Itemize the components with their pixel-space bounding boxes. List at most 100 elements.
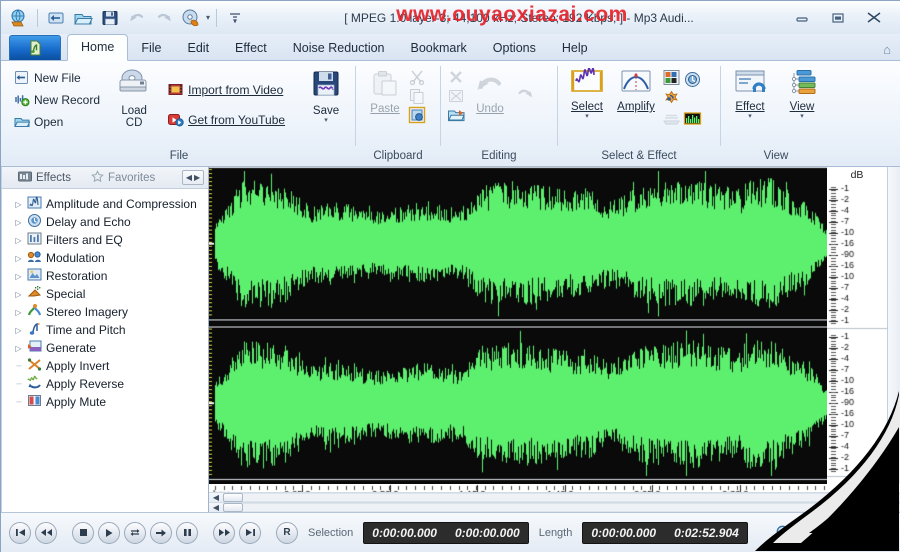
view-dropdown-icon[interactable]: ▾ (800, 113, 804, 120)
view-button[interactable]: View ▾ (779, 65, 825, 123)
horizontal-scrollbar-2[interactable]: ◀ (209, 502, 900, 512)
new-record-button[interactable]: New Record (9, 89, 106, 110)
tab-help[interactable]: Help (549, 36, 601, 61)
save-button[interactable]: Save ▾ (303, 65, 349, 127)
scroll-thumb[interactable] (223, 493, 243, 502)
open-icon[interactable] (71, 6, 95, 30)
tree-item-generate[interactable]: ▷ Generate (6, 339, 208, 357)
paste-button[interactable]: Paste (362, 65, 408, 118)
waveform-display[interactable] (209, 167, 827, 484)
loop-button[interactable] (124, 521, 146, 544)
panel-tab-favorites[interactable]: Favorites (85, 167, 169, 188)
app-options-icon[interactable] (7, 6, 31, 30)
tree-item-time-and-pitch[interactable]: ▷ Time and Pitch (6, 321, 208, 339)
fade-icon[interactable] (662, 108, 681, 127)
panel-tab-effects[interactable]: Effects (12, 167, 85, 188)
burn-cd-icon[interactable] (179, 6, 203, 30)
expand-arrow-icon[interactable]: ▷ (14, 326, 23, 335)
record-button[interactable]: R (276, 521, 298, 544)
tree-item-amplitude-and-compression[interactable]: ▷ Amplitude and Compression (6, 195, 208, 213)
zoom-out-icon[interactable] (798, 523, 818, 543)
horizontal-scrollbar-1[interactable]: ◀ (209, 492, 900, 502)
tree-item-filters-and-eq[interactable]: ▷ Filters and EQ (6, 231, 208, 249)
tree-item-special[interactable]: ▷ Special (6, 285, 208, 303)
scroll-left-icon[interactable]: ◀ (209, 493, 223, 502)
panel-nav-prev-icon[interactable]: ◀ (186, 173, 192, 182)
length-time-box[interactable]: 0:00:00.000 0:02:52.904 (582, 521, 748, 544)
pause-button[interactable] (176, 521, 198, 544)
tab-home[interactable]: Home (67, 34, 129, 61)
play-button[interactable] (98, 521, 120, 544)
modulation-icon[interactable] (662, 88, 681, 107)
delete-icon[interactable] (447, 68, 465, 86)
fast-forward-button[interactable] (213, 521, 235, 544)
tree-item-apply-reverse[interactable]: ┈ Apply Reverse (6, 375, 208, 393)
tab-noise-reduction[interactable]: Noise Reduction (280, 36, 398, 61)
spectrum-icon[interactable] (683, 109, 702, 128)
stop-button[interactable] (72, 521, 94, 544)
burn-cd-dropdown-icon[interactable]: ▾ (206, 13, 210, 22)
expand-arrow-icon[interactable]: ▷ (14, 290, 23, 299)
scroll-track[interactable] (243, 493, 900, 502)
minimize-button[interactable] (791, 9, 813, 27)
import-icon[interactable] (44, 6, 68, 30)
go-end-button[interactable] (239, 521, 261, 544)
expand-arrow-icon[interactable]: ▷ (14, 236, 23, 245)
select-dropdown-icon[interactable]: ▾ (585, 113, 589, 120)
scroll-thumb-2[interactable] (223, 503, 243, 512)
close-button[interactable] (863, 9, 885, 27)
panel-tab-nav[interactable]: ◀ ▶ (182, 170, 204, 185)
redo-big-icon[interactable] (515, 83, 535, 103)
effect-dropdown-icon[interactable]: ▾ (748, 113, 752, 120)
undo-button[interactable]: Undo (467, 65, 513, 118)
trim-icon[interactable] (447, 87, 465, 105)
select-button[interactable]: Select ▾ (564, 65, 610, 123)
tab-effect[interactable]: Effect (222, 36, 280, 61)
tab-edit[interactable]: Edit (175, 36, 223, 61)
import-from-video-button[interactable]: Import from Video (163, 79, 298, 100)
ribbon-collapse-icon[interactable]: ⌂ (883, 42, 891, 57)
new-file-button[interactable]: New File (9, 67, 106, 88)
tab-bookmark[interactable]: Bookmark (398, 36, 480, 61)
selection-time-box[interactable]: 0:00:00.000 0:00:00.000 (363, 521, 529, 544)
time-ruler[interactable] (209, 484, 900, 492)
effect-panel-button[interactable]: Effect ▾ (727, 65, 773, 123)
panel-nav-next-icon[interactable]: ▶ (194, 173, 200, 182)
cut-icon[interactable] (408, 68, 426, 86)
zoom-in-icon[interactable] (774, 523, 794, 543)
open-button[interactable]: Open (9, 111, 106, 132)
expand-arrow-icon[interactable]: ▷ (14, 254, 23, 263)
tree-item-stereo-imagery[interactable]: ▷ Stereo Imagery (6, 303, 208, 321)
get-from-youtube-button[interactable]: Get from YouTube (163, 109, 298, 130)
scroll-left-icon-2[interactable]: ◀ (209, 503, 223, 512)
scroll-track-2[interactable] (243, 503, 900, 512)
tab-options[interactable]: Options (480, 36, 549, 61)
tree-item-modulation[interactable]: ▷ Modulation (6, 249, 208, 267)
load-cd-button[interactable]: Load CD (111, 65, 157, 132)
equalizer-icon[interactable] (662, 68, 681, 87)
maximize-button[interactable] (827, 9, 849, 27)
go-start-button[interactable] (9, 521, 31, 544)
tab-file[interactable]: File (128, 36, 174, 61)
redo-icon[interactable] (152, 6, 176, 30)
expand-arrow-icon[interactable]: ▷ (14, 308, 23, 317)
tree-item-apply-mute[interactable]: ┈ Apply Mute (6, 393, 208, 411)
tree-item-delay-and-echo[interactable]: ▷ Delay and Echo (6, 213, 208, 231)
tree-item-restoration[interactable]: ▷ Restoration (6, 267, 208, 285)
rewind-button[interactable] (35, 521, 57, 544)
vertical-scrollbar[interactable] (887, 167, 900, 484)
save-dropdown-icon[interactable]: ▾ (324, 117, 328, 124)
save-icon[interactable] (98, 6, 122, 30)
expand-arrow-icon[interactable]: ▷ (14, 218, 23, 227)
expand-arrow-icon[interactable]: ▷ (14, 272, 23, 281)
insert-file-icon[interactable] (447, 106, 465, 124)
amplify-button[interactable]: Amplify (612, 65, 660, 116)
expand-arrow-icon[interactable]: ▷ (14, 200, 23, 209)
undo-icon[interactable] (125, 6, 149, 30)
copy-icon[interactable] (408, 87, 426, 105)
delay-echo-icon[interactable] (683, 70, 702, 89)
paste-special-icon[interactable] (408, 106, 426, 124)
tree-item-apply-invert[interactable]: ┈ Apply Invert (6, 357, 208, 375)
play-selection-button[interactable] (150, 521, 172, 544)
application-logo-button[interactable] (9, 35, 61, 60)
